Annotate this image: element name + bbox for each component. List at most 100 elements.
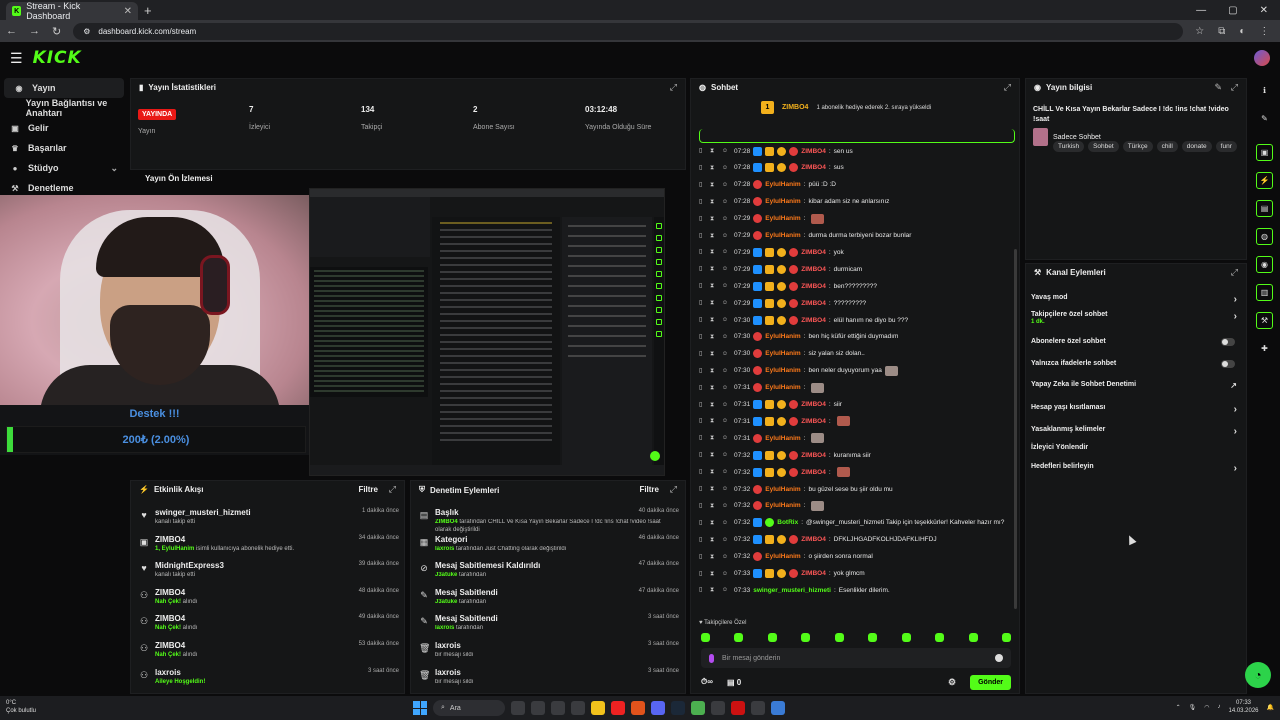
chat-message[interactable]: ▯ ⧗ ☺ 07:28 ZIMBO4: sen us: [699, 145, 1009, 157]
message-tools-icon[interactable]: ▯ ⧗ ☺: [699, 333, 731, 341]
steam-app-icon[interactable]: [671, 701, 685, 715]
brave-app-icon[interactable]: [631, 701, 645, 715]
message-tools-icon[interactable]: ▯ ⧗ ☺: [699, 248, 731, 256]
chat-toggle-icon[interactable]: ◍: [1256, 228, 1273, 245]
back-icon[interactable]: ←: [6, 25, 17, 37]
chat-message[interactable]: ▯ ⧗ ☺ 07:33 ZIMBO4: yok glmcm: [699, 568, 1009, 580]
message-tools-icon[interactable]: ▯ ⧗ ☺: [699, 502, 731, 510]
app-icon[interactable]: [771, 701, 785, 715]
minimize-icon[interactable]: —: [1196, 5, 1206, 16]
modlog-item[interactable]: 🗑 laxrois 3 saat önce bir mesajı sildi: [419, 641, 679, 663]
message-username[interactable]: ZIMBO4: [801, 283, 826, 290]
message-username[interactable]: ZIMBO4: [801, 164, 826, 171]
events-filter-button[interactable]: Filtre: [358, 485, 378, 494]
message-username[interactable]: EylulHanim: [765, 215, 800, 222]
emote-button[interactable]: [868, 633, 878, 642]
chat-message[interactable]: ▯ ⧗ ☺ 07:29 ZIMBO4: ben?????????: [699, 280, 1009, 292]
chat-settings-icon[interactable]: ⚙: [948, 677, 956, 688]
tray-chevron-icon[interactable]: ⌃: [1176, 704, 1181, 711]
event-item[interactable]: ♥ MidnightExpress3 39 dakika önce kanalı ta…: [139, 561, 399, 583]
channel-action-item[interactable]: Yasaklanmış kelimeler ›: [1031, 426, 1241, 437]
event-item[interactable]: ⚇ laxrois 3 saat önce Aileye Hoşgeldin!: [139, 668, 399, 690]
chat-message[interactable]: ▯ ⧗ ☺ 07:32 EylulHanim: o şiirden sonra nor…: [699, 551, 1009, 563]
forward-icon[interactable]: →: [29, 25, 40, 37]
modlog-item[interactable]: ⊘ Mesaj Sabitlemesi Kaldırıldı 47 dakika ö…: [419, 561, 679, 583]
kick-logo[interactable]: KICK: [33, 48, 82, 68]
info-icon[interactable]: ℹ: [1256, 82, 1273, 99]
message-tools-icon[interactable]: ▯ ⧗ ☺: [699, 215, 731, 223]
chat-input[interactable]: Bir mesaj gönderin: [701, 648, 1011, 668]
message-tools-icon[interactable]: ▯ ⧗ ☺: [699, 164, 731, 172]
emoji-picker-icon[interactable]: [995, 654, 1003, 662]
message-tools-icon[interactable]: ▯ ⧗ ☺: [699, 265, 731, 273]
message-username[interactable]: EylulHanim: [765, 502, 800, 509]
channel-action-item[interactable]: Takipçilere özel sohbet 1 dk. ›: [1031, 311, 1241, 325]
message-username[interactable]: BotRix: [777, 519, 798, 526]
tag-chip[interactable]: chill: [1156, 141, 1178, 152]
message-tools-icon[interactable]: ▯ ⧗ ☺: [699, 316, 731, 324]
expand-icon[interactable]: ⤢: [1004, 82, 1011, 93]
channel-action-item[interactable]: İzleyici Yönlendir: [1031, 444, 1241, 451]
chat-scrollbar[interactable]: [1014, 249, 1017, 609]
event-item[interactable]: ⚇ ZIMBO4 49 dakika önce Nah Çek! alındı: [139, 614, 399, 636]
opera-app-icon[interactable]: [571, 701, 585, 715]
message-username[interactable]: ZIMBO4: [801, 536, 826, 543]
message-username[interactable]: EylulHanim: [765, 486, 800, 493]
chrome-app-icon[interactable]: [691, 701, 705, 715]
message-username[interactable]: ZIMBO4: [801, 401, 826, 408]
message-tools-icon[interactable]: ▯ ⧗ ☺: [699, 485, 731, 493]
app-icon[interactable]: [731, 701, 745, 715]
chat-message[interactable]: ▯ ⧗ ☺ 07:32 EylulHanim:: [699, 500, 1009, 512]
chat-message[interactable]: ▯ ⧗ ☺ 07:28 EylulHanim: kibar adam siz ne a…: [699, 196, 1009, 208]
message-tools-icon[interactable]: ▯ ⧗ ☺: [699, 434, 731, 442]
modlog-item[interactable]: ✎ Mesaj Sabitlendi 47 dakika önce J3atuke t…: [419, 588, 679, 610]
reload-icon[interactable]: ↻: [52, 25, 61, 38]
message-tools-icon[interactable]: ▯ ⧗ ☺: [699, 198, 731, 206]
chat-message[interactable]: ▯ ⧗ ☺ 07:29 EylulHanim: durma durma terbiye…: [699, 230, 1009, 242]
taskbar-search[interactable]: ⌕ Ara: [433, 700, 505, 716]
close-window-icon[interactable]: ✕: [1260, 5, 1268, 16]
tag-chip[interactable]: funr: [1215, 141, 1237, 152]
volume-icon[interactable]: ♪: [1217, 704, 1220, 710]
event-item[interactable]: ⚇ ZIMBO4 53 dakika önce Nah Çek! alındı: [139, 641, 399, 663]
tag-chip[interactable]: Turkish: [1053, 141, 1085, 152]
message-username[interactable]: EylulHanim: [765, 384, 800, 391]
message-username[interactable]: ZIMBO4: [801, 300, 826, 307]
expand-icon[interactable]: ⤢: [1231, 82, 1238, 93]
maximize-icon[interactable]: ▢: [1228, 5, 1237, 16]
emote-button[interactable]: [834, 633, 844, 642]
message-tools-icon[interactable]: ▯ ⧗ ☺: [699, 232, 731, 240]
url-field[interactable]: ⚙ dashboard.kick.com/stream: [73, 22, 1184, 40]
channel-action-item[interactable]: Yalnızca ifadelerle sohbet: [1031, 360, 1241, 368]
chat-message[interactable]: ▯ ⧗ ☺ 07:31 ZIMBO4:: [699, 415, 1009, 427]
hamburger-menu-icon[interactable]: ☰: [10, 50, 23, 67]
chat-message[interactable]: ▯ ⧗ ☺ 07:28 ZIMBO4: sus: [699, 162, 1009, 174]
tag-chip[interactable]: Sohbet: [1088, 141, 1119, 152]
chat-message[interactable]: ▯ ⧗ ☺ 07:32 ZIMBO4:: [699, 466, 1009, 478]
task-view-icon[interactable]: [511, 701, 525, 715]
youtube-app-icon[interactable]: [611, 701, 625, 715]
expand-icon[interactable]: ⤢: [670, 484, 677, 495]
channel-action-item[interactable]: Yapay Zeka ile Sohbet Denetimi ↗: [1031, 381, 1241, 390]
chat-message[interactable]: ▯ ⧗ ☺ 07:29 EylulHanim:: [699, 213, 1009, 225]
gift-leaderboard[interactable]: 1 ZIMBO4 1 abonelik hediye ederek 2. sır…: [761, 101, 931, 114]
message-username[interactable]: EylulHanim: [765, 435, 800, 442]
event-item[interactable]: ⚇ ZIMBO4 48 dakika önce Nah Çek! alındı: [139, 588, 399, 610]
pinned-message[interactable]: [699, 129, 1015, 143]
modlog-item[interactable]: ▤ Başlık 40 dakika önce ZIMBO4 tarafından C…: [419, 508, 679, 533]
message-tools-icon[interactable]: ▯ ⧗ ☺: [699, 401, 731, 409]
extensions-icon[interactable]: ⧉: [1218, 26, 1225, 37]
chat-message[interactable]: ▯ ⧗ ☺ 07:29 ZIMBO4: yok: [699, 246, 1009, 258]
points-indicator[interactable]: ▤ 0: [727, 678, 741, 687]
broadcast-toggle-icon[interactable]: ◉: [1256, 256, 1273, 273]
epic-games-icon[interactable]: [711, 701, 725, 715]
sidebar-item-basarilar[interactable]: ♛ Başarılar: [0, 138, 128, 158]
channel-action-item[interactable]: Hesap yaşı kısıtlaması ›: [1031, 404, 1241, 415]
chat-message[interactable]: ▯ ⧗ ☺ 07:32 EylulHanim: bu güzel sese bu şi…: [699, 483, 1009, 495]
browser-tab[interactable]: K Stream - Kick Dashboard ✕: [6, 1, 138, 21]
system-clock[interactable]: 07:33 14.03.2026: [1228, 699, 1258, 715]
chat-message[interactable]: ▯ ⧗ ☺ 07:32 ZIMBO4: kuranıma siir: [699, 449, 1009, 461]
browser-menu-icon[interactable]: ⋮: [1259, 26, 1269, 37]
preview-toggle-icon[interactable]: ▣: [1256, 144, 1273, 161]
user-avatar[interactable]: [1254, 50, 1270, 66]
